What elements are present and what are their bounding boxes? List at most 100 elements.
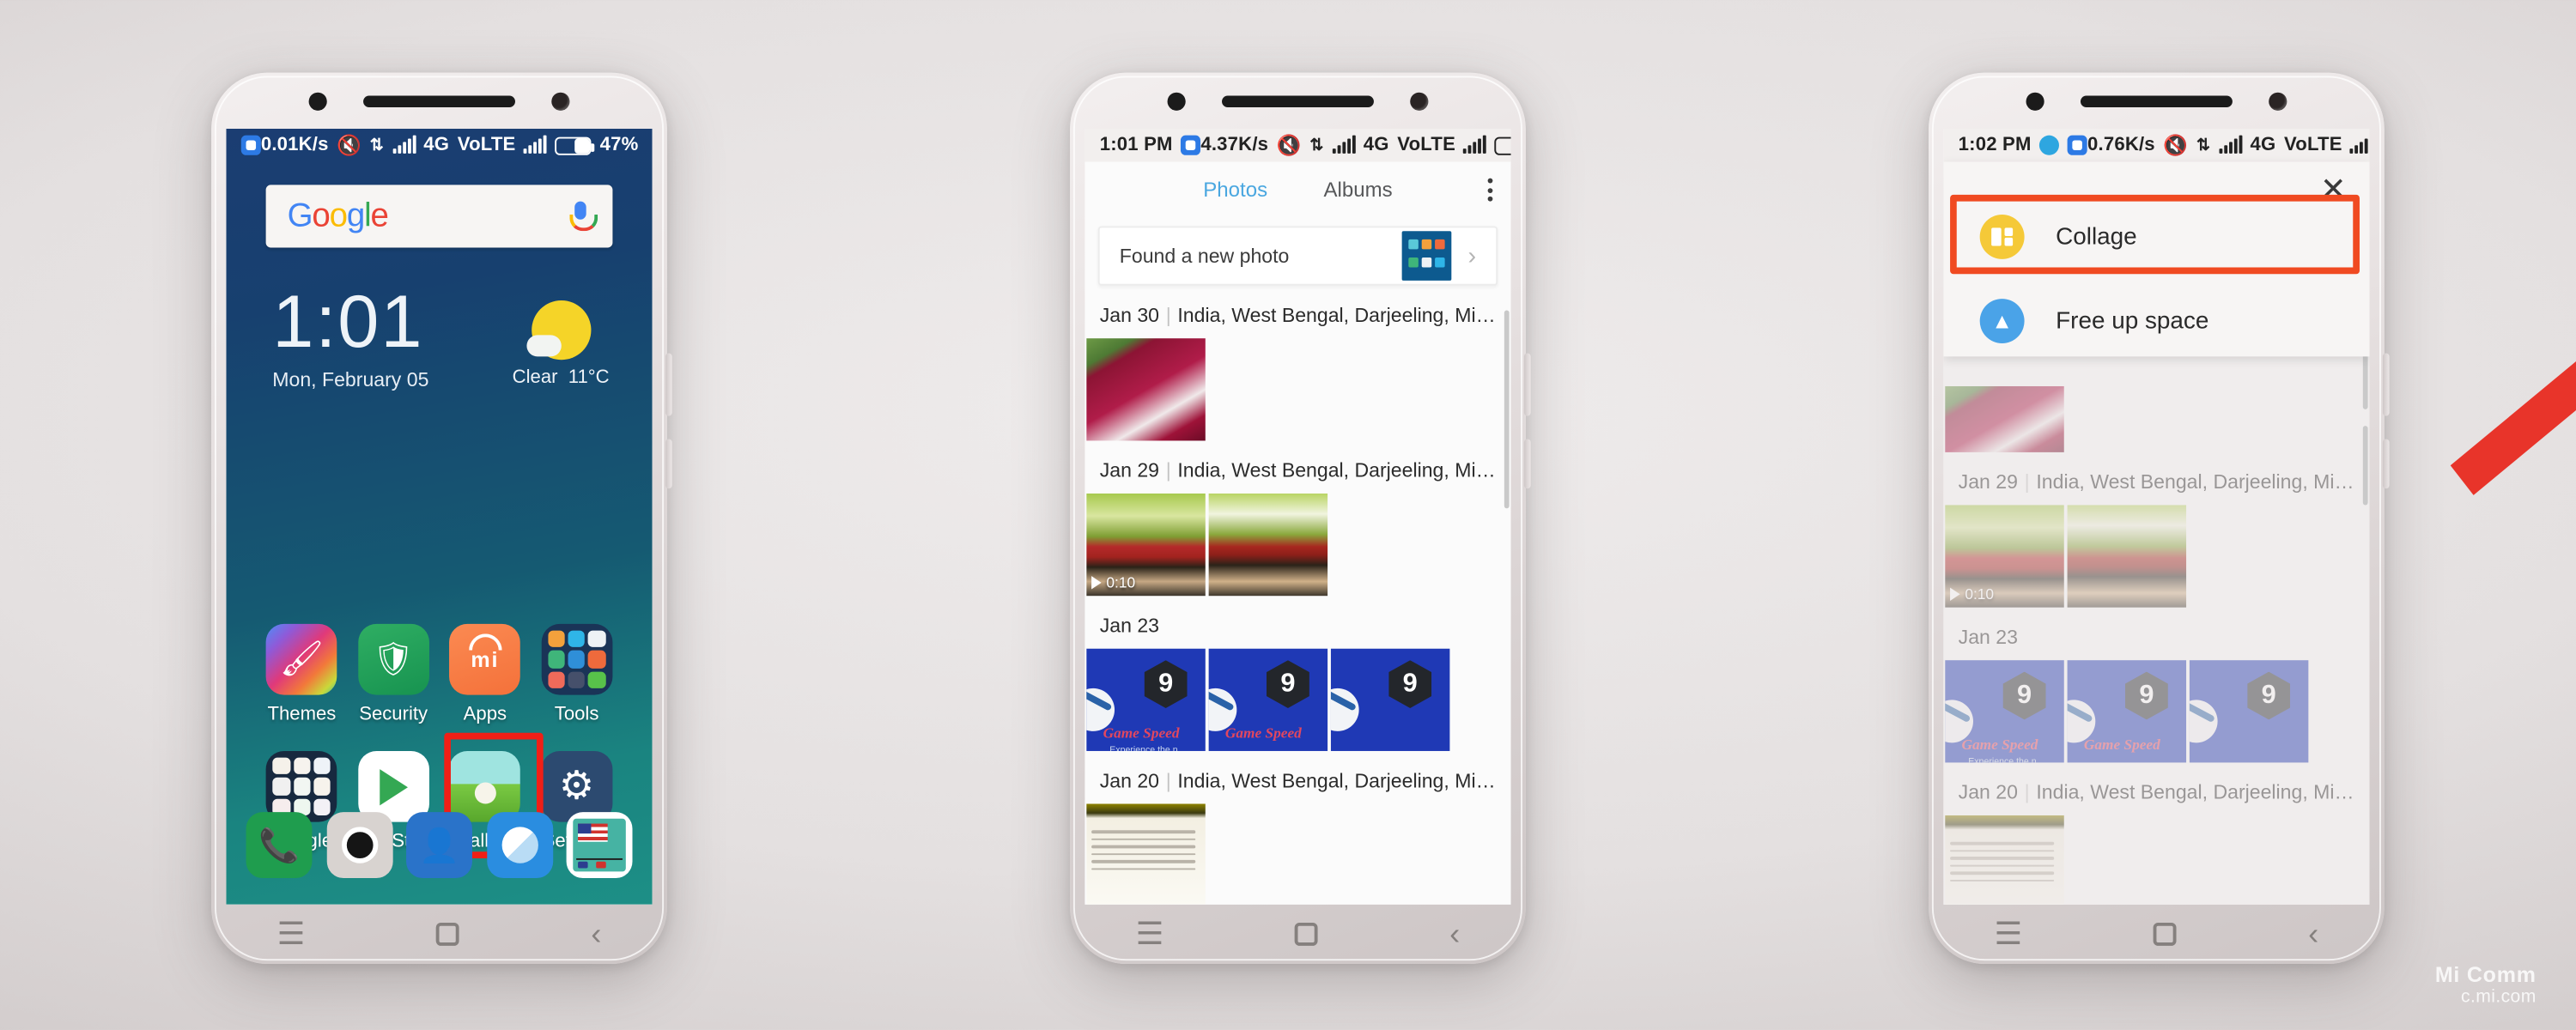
volte-label: VoLTE bbox=[1397, 135, 1456, 155]
microphone-icon[interactable] bbox=[569, 200, 598, 233]
found-new-photo-banner[interactable]: Found a new photo › bbox=[1097, 226, 1498, 286]
power-button[interactable] bbox=[1523, 353, 1531, 416]
themes-icon: 🖌 bbox=[266, 623, 337, 695]
watermark-brand: Mi Comm bbox=[2434, 962, 2537, 987]
mute-icon: 🔇 bbox=[337, 133, 362, 157]
browser-icon[interactable] bbox=[486, 812, 553, 879]
photo-thumbnail[interactable]: 9 Game Speed bbox=[1208, 648, 1328, 751]
home-icon[interactable] bbox=[2154, 922, 2178, 946]
watermark: Mi Comm c.mi.com bbox=[2435, 962, 2537, 1007]
phone-3-frame: 1:02 PM 0.76K/s 🔇 ⇅ 4G VoLTE 47% bbox=[1929, 72, 2390, 965]
menu-item-collage[interactable]: Collage bbox=[1943, 195, 2369, 279]
volume-button[interactable] bbox=[665, 439, 672, 489]
news-icon[interactable] bbox=[566, 812, 633, 879]
volume-button[interactable] bbox=[1523, 439, 1531, 489]
signal-sim1-icon bbox=[2218, 135, 2242, 154]
clock-widget[interactable]: 1:01 Mon, February 05 bbox=[272, 278, 429, 391]
proximity-sensor-icon bbox=[1410, 91, 1429, 110]
camera-icon[interactable] bbox=[325, 812, 392, 879]
phone-1-bezel bbox=[211, 73, 667, 129]
app-themes[interactable]: 🖌 Themes bbox=[256, 623, 348, 724]
clock-time: 1:01 bbox=[272, 278, 424, 364]
power-button[interactable] bbox=[2382, 353, 2390, 416]
status-right: 0.01K/s 🔇 ⇅ 4G VoLTE 47% bbox=[261, 134, 639, 157]
section-header: Jan 29|India, West Bengal, Darjeeling, M… bbox=[1084, 440, 1511, 494]
photo-thumbnail[interactable] bbox=[1086, 338, 1206, 441]
signal-sim2-icon bbox=[2350, 137, 2369, 154]
earpiece-speaker bbox=[2080, 94, 2233, 107]
proximity-sensor-icon bbox=[2269, 91, 2287, 110]
app-tools[interactable]: Tools bbox=[531, 623, 623, 724]
back-icon[interactable]: ‹ bbox=[591, 918, 601, 950]
app-apps[interactable]: mi Apps bbox=[440, 623, 532, 725]
phone-1-frame: 0.01K/s 🔇 ⇅ 4G VoLTE 47% Google 1:01 Mon… bbox=[211, 72, 672, 965]
menu-icon[interactable]: ☰ bbox=[277, 918, 306, 950]
tab-albums[interactable]: Albums bbox=[1323, 179, 1392, 202]
free-up-space-rocket-icon: ▲ bbox=[1979, 299, 2025, 343]
front-camera-icon bbox=[1167, 91, 1186, 110]
signal-sim1-icon bbox=[1332, 135, 1356, 154]
data-transfer-icon: ⇅ bbox=[369, 136, 385, 154]
network-speed-label: 0.01K/s bbox=[260, 135, 329, 155]
contacts-icon[interactable]: 👤 bbox=[406, 812, 472, 879]
mi-apps-icon: mi bbox=[449, 623, 521, 695]
app-security[interactable]: 🛡 Security bbox=[348, 623, 440, 724]
proximity-sensor-icon bbox=[551, 91, 570, 110]
menu-icon[interactable]: ☰ bbox=[1136, 918, 1164, 950]
data-transfer-icon: ⇅ bbox=[2196, 136, 2211, 154]
google-search-widget[interactable]: Google bbox=[265, 185, 613, 248]
home-icon[interactable] bbox=[436, 922, 460, 946]
back-icon[interactable]: ‹ bbox=[2308, 918, 2318, 950]
section-header: Jan 20|India, West Bengal, Darjeeling, M… bbox=[1084, 751, 1511, 804]
tab-photos[interactable]: Photos bbox=[1203, 179, 1267, 202]
section-header: Jan 23 bbox=[1084, 596, 1510, 649]
chevron-right-icon[interactable]: › bbox=[1468, 242, 1477, 270]
mute-icon: 🔇 bbox=[2163, 133, 2189, 157]
menu-icon[interactable]: ☰ bbox=[1995, 918, 2023, 950]
weather-sun-icon bbox=[526, 300, 591, 360]
section-date: Jan 30 bbox=[1099, 303, 1160, 327]
network-type-label: 4G bbox=[2250, 135, 2276, 155]
weather-temperature: 11°C bbox=[568, 367, 610, 388]
scrollbar-track[interactable] bbox=[2362, 426, 2368, 506]
phone-icon[interactable]: 📞 bbox=[246, 812, 313, 879]
power-button[interactable] bbox=[665, 353, 672, 416]
battery-icon bbox=[1495, 136, 1511, 154]
back-icon[interactable]: ‹ bbox=[1449, 918, 1460, 950]
close-icon[interactable]: ✕ bbox=[2320, 175, 2347, 207]
mute-icon: 🔇 bbox=[1276, 133, 1302, 157]
photo-thumbnail[interactable] bbox=[1086, 803, 1206, 905]
weather-widget[interactable]: Clear 11°C bbox=[513, 300, 610, 388]
gallery-app: 1:01 PM 4.37K/s 🔇 ⇅ 4G VoLTE 47% Photos bbox=[1084, 128, 1511, 905]
home-icon[interactable] bbox=[1295, 922, 1319, 946]
status-bar: 1:02 PM 0.76K/s 🔇 ⇅ 4G VoLTE 47% bbox=[1943, 128, 2370, 162]
volume-button[interactable] bbox=[2382, 439, 2390, 489]
photo-thumbnail[interactable]: 9 Game Speed Experience the n of Gamin bbox=[1086, 648, 1206, 751]
photo-thumbnail[interactable]: 9 bbox=[1330, 648, 1450, 751]
mi-notification-icon bbox=[240, 135, 261, 155]
menu-item-free-up-space[interactable]: ▲ Free up space bbox=[1943, 279, 2369, 363]
section-date: Jan 20 bbox=[1099, 769, 1160, 793]
thumbnail-row bbox=[1084, 338, 1510, 441]
phone-2-frame: 1:01 PM 4.37K/s 🔇 ⇅ 4G VoLTE 47% Photos bbox=[1070, 72, 1531, 965]
front-camera-icon bbox=[308, 91, 327, 110]
more-options-icon[interactable] bbox=[1487, 178, 1493, 202]
status-left: 1:02 PM bbox=[1959, 135, 2088, 155]
gallery-app: 1:02 PM 0.76K/s 🔇 ⇅ 4G VoLTE 47% bbox=[1943, 128, 2370, 905]
tools-folder-icon bbox=[541, 623, 612, 695]
app-label: Apps bbox=[463, 705, 507, 725]
volte-label: VoLTE bbox=[2283, 135, 2342, 155]
status-right: 0.76K/s 🔇 ⇅ 4G VoLTE 47% bbox=[2087, 134, 2370, 157]
mi-notification-icon bbox=[2067, 135, 2088, 155]
signal-sim2-icon bbox=[524, 135, 548, 154]
game-title: Game Speed bbox=[1103, 724, 1180, 742]
section-location: India, West Bengal, Darjeeling, Mirik, K… bbox=[1177, 458, 1510, 482]
scrollbar[interactable] bbox=[1504, 310, 1510, 509]
phone-2-bezel bbox=[1070, 73, 1526, 129]
clock-date: Mon, February 05 bbox=[272, 367, 429, 391]
video-thumbnail[interactable]: 0:10 bbox=[1086, 493, 1206, 597]
data-transfer-icon: ⇅ bbox=[1309, 136, 1324, 154]
phone-1-screen: 0.01K/s 🔇 ⇅ 4G VoLTE 47% Google 1:01 Mon… bbox=[226, 128, 653, 905]
photo-thumbnail[interactable] bbox=[1208, 493, 1328, 597]
game-badge: 9 bbox=[1388, 660, 1432, 708]
